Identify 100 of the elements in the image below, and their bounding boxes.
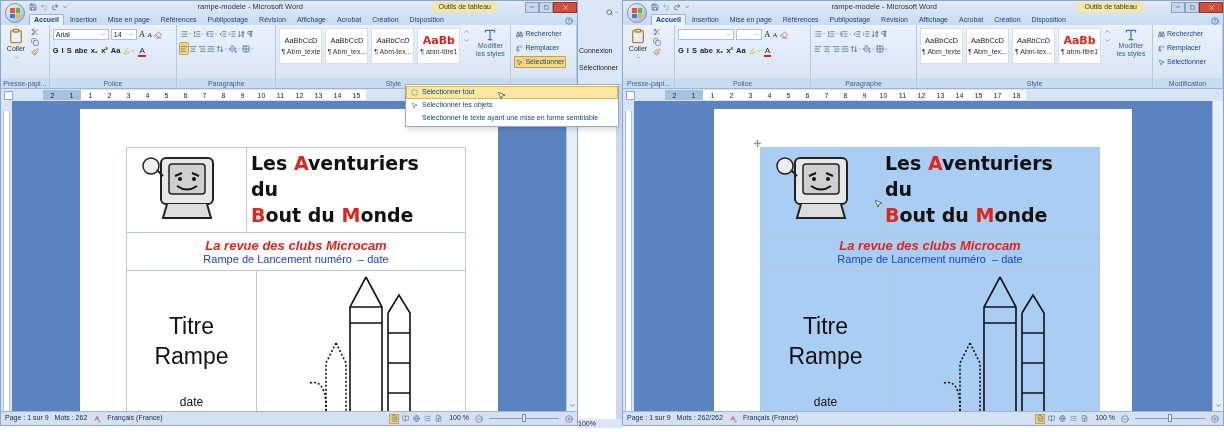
- scroll-up-icon[interactable]: [463, 28, 471, 35]
- view-button[interactable]: [422, 413, 433, 424]
- scroll-down-icon[interactable]: [1104, 37, 1111, 44]
- grow-font-button[interactable]: A: [138, 28, 146, 42]
- increase-indent-icon[interactable]: [228, 28, 237, 39]
- numbering-icon[interactable]: [193, 28, 206, 39]
- increase-indent-icon[interactable]: [862, 28, 870, 39]
- maximize-icon: [1189, 4, 1195, 10]
- save-icon[interactable]: [651, 3, 659, 11]
- customize-caret-icon[interactable]: [684, 4, 690, 10]
- align-icon[interactable]: [814, 43, 822, 54]
- issue-line: Rampe de Lancement numéro – date: [837, 252, 1023, 266]
- font-color-button[interactable]: A: [763, 45, 771, 57]
- zoom-slider-thumb[interactable]: [1168, 414, 1172, 422]
- customize-caret-icon[interactable]: [62, 4, 68, 10]
- search-icon[interactable]: [606, 8, 613, 16]
- zoom-in-icon[interactable]: [1211, 414, 1219, 423]
- highlighter-icon[interactable]: [123, 45, 136, 57]
- shading-icon[interactable]: [863, 43, 875, 54]
- bullets-icon[interactable]: [180, 28, 193, 39]
- align-icon[interactable]: [180, 43, 189, 54]
- align-icon[interactable]: [832, 43, 840, 54]
- maximize-button[interactable]: [1185, 1, 1199, 13]
- font-name-field[interactable]: [678, 29, 734, 41]
- view-button[interactable]: [389, 413, 400, 424]
- format-painter-icon[interactable]: [653, 48, 661, 56]
- numbering-icon[interactable]: [827, 28, 839, 39]
- caret-icon: [754, 32, 759, 38]
- view-button[interactable]: [400, 413, 411, 424]
- font-color-button[interactable]: A: [138, 45, 146, 57]
- zoom-out-icon[interactable]: [475, 414, 483, 423]
- scroll-down-icon[interactable]: [463, 37, 471, 44]
- highlighter-icon[interactable]: [748, 45, 761, 57]
- cut-icon[interactable]: [31, 28, 39, 36]
- zoom-in-icon[interactable]: [565, 414, 573, 423]
- align-icon[interactable]: [823, 43, 831, 54]
- caret-icon: [635, 54, 641, 60]
- bullets-icon[interactable]: [814, 28, 826, 39]
- line-spacing-icon[interactable]: [850, 43, 862, 54]
- close-button[interactable]: [1199, 1, 1223, 13]
- align-icon[interactable]: [198, 43, 207, 54]
- table-move-handle-icon[interactable]: [754, 140, 761, 147]
- scroll-down-icon[interactable]: [1214, 402, 1222, 409]
- view-button[interactable]: [1079, 413, 1090, 424]
- shading-icon[interactable]: [229, 43, 242, 54]
- maximize-button[interactable]: [539, 1, 553, 13]
- office-button[interactable]: [5, 3, 25, 23]
- spellcheck-icon[interactable]: [93, 414, 102, 423]
- undo-icon[interactable]: [40, 3, 48, 11]
- view-button[interactable]: [1057, 413, 1068, 424]
- grow-font-button[interactable]: A: [764, 28, 771, 42]
- line-spacing-icon[interactable]: [216, 43, 229, 54]
- date-text: date: [179, 394, 204, 411]
- close-button[interactable]: [553, 1, 577, 13]
- decrease-indent-icon[interactable]: [219, 28, 228, 39]
- align-icon[interactable]: [207, 43, 216, 54]
- borders-icon[interactable]: [876, 43, 888, 54]
- sort-icon[interactable]: [871, 28, 879, 39]
- scroll-down-icon[interactable]: [568, 402, 576, 409]
- office-button[interactable]: [627, 3, 647, 23]
- pilcrow-icon[interactable]: [880, 28, 888, 39]
- align-icon[interactable]: [841, 43, 849, 54]
- minimize-button[interactable]: [1171, 1, 1185, 13]
- clear-format-icon[interactable]: [779, 30, 788, 39]
- tab-selector-icon[interactable]: [626, 90, 635, 100]
- view-button[interactable]: [411, 413, 422, 424]
- copy-icon[interactable]: [31, 38, 39, 46]
- format-painter-icon[interactable]: [31, 48, 39, 56]
- clear-format-icon[interactable]: [154, 30, 163, 39]
- zoom-out-icon[interactable]: [1121, 414, 1129, 423]
- styles-icon: [483, 28, 498, 42]
- cell-title-line: Titre: [168, 312, 215, 341]
- font-size-field[interactable]: [736, 29, 762, 41]
- view-button[interactable]: [1035, 413, 1046, 424]
- help-icon[interactable]: [565, 17, 573, 25]
- borders-icon[interactable]: [242, 43, 255, 54]
- cut-icon[interactable]: [653, 28, 661, 36]
- multilevel-list-icon[interactable]: [206, 28, 219, 39]
- view-button[interactable]: [1068, 413, 1079, 424]
- sort-icon[interactable]: [237, 28, 246, 39]
- minimize-button[interactable]: [525, 1, 539, 13]
- zoom-slider-thumb[interactable]: [522, 414, 526, 422]
- undo-icon[interactable]: [662, 3, 670, 11]
- redo-icon[interactable]: [673, 3, 681, 11]
- view-button[interactable]: [433, 413, 444, 424]
- view-button[interactable]: [1046, 413, 1057, 424]
- tab-selector-icon[interactable]: [4, 90, 13, 100]
- close-icon: [561, 3, 569, 11]
- align-icon[interactable]: [189, 43, 198, 54]
- redo-icon[interactable]: [51, 3, 59, 11]
- multilevel-list-icon[interactable]: [840, 28, 852, 39]
- date-text: date: [813, 394, 838, 411]
- caret-icon: [13, 54, 19, 60]
- decrease-indent-icon[interactable]: [853, 28, 861, 39]
- spellcheck-icon[interactable]: [728, 414, 737, 423]
- save-icon[interactable]: [29, 3, 37, 11]
- pilcrow-icon[interactable]: [246, 28, 255, 39]
- scroll-up-icon[interactable]: [1104, 28, 1111, 35]
- copy-icon[interactable]: [653, 38, 661, 46]
- help-icon[interactable]: [1211, 17, 1219, 25]
